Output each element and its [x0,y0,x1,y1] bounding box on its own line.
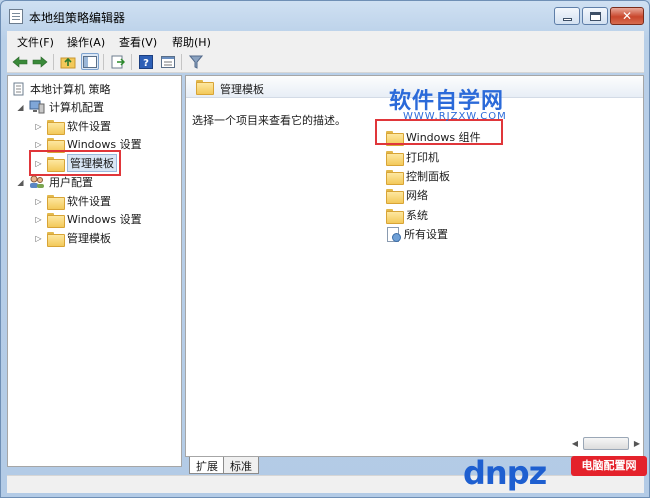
close-icon: ✕ [621,9,633,23]
watermark-badge: 电脑配置网 [571,456,647,476]
folder-icon [47,137,65,153]
collapsed-arrow-icon[interactable]: ▷ [34,197,43,206]
menu-view[interactable]: 查看(V) [119,34,157,50]
watermark-url: WWW.RJZXW.COM [403,111,507,122]
folder-icon [386,208,404,224]
collapsed-arrow-icon[interactable]: ▷ [34,234,43,243]
folder-icon [386,150,404,166]
scroll-right-icon[interactable]: ▶ [632,439,642,449]
app-icon [9,9,23,24]
show-hide-tree-icon[interactable] [81,53,99,70]
forward-icon[interactable] [31,53,49,70]
tree-item-label: 用户配置 [49,176,93,189]
maximize-button[interactable] [582,7,608,25]
group-policy-editor-window: 本地组策略编辑器 ✕ 文件(F) 操作(A) 查看(V) 帮助(H) ? 本地计… [0,0,650,498]
help-icon[interactable]: ? [137,53,155,70]
folder-icon [196,80,214,95]
tree-item-root[interactable]: 本地计算机 策略 [12,80,111,98]
highlight-admin-templates [29,150,121,176]
maximize-icon [590,12,601,21]
expanded-arrow-icon[interactable]: ◢ [16,103,25,112]
scroll-left-icon[interactable]: ◀ [570,439,580,449]
list-item-label: 所有设置 [404,228,448,241]
tree-item-label: 软件设置 [67,120,111,133]
description-text: 选择一个项目来查看它的描述。 [192,114,346,127]
list-item-label: 控制面板 [406,170,450,183]
menu-file[interactable]: 文件(F) [17,34,54,50]
scroll-thumb[interactable] [583,437,629,450]
close-button[interactable]: ✕ [610,7,644,25]
expanded-arrow-icon[interactable]: ◢ [16,178,25,187]
tab-extended[interactable]: 扩展 [189,457,225,474]
tree-item-label: 计算机配置 [49,101,104,114]
collapsed-arrow-icon[interactable]: ▷ [34,122,43,131]
tree-item-computer-config[interactable]: ◢ 计算机配置 [16,98,104,116]
up-folder-icon[interactable] [59,53,77,70]
minimize-icon [563,18,572,21]
export-list-icon[interactable] [109,53,127,70]
back-icon[interactable] [11,53,29,70]
tree-item-label: 管理模板 [67,232,111,245]
policy-doc-icon [13,82,24,96]
menu-help[interactable]: 帮助(H) [172,34,211,50]
horizontal-scrollbar[interactable]: ◀ ▶ [569,436,644,452]
all-settings-icon [386,227,401,242]
tree-item-cc-software[interactable]: ▷ 软件设置 [34,117,111,135]
folder-icon [47,194,65,210]
tree-item-label: Windows 设置 [67,213,142,226]
list-item-label: 打印机 [406,151,439,164]
toolbar-separator [103,54,104,70]
folder-icon [47,212,65,228]
list-item-label: 系统 [406,209,428,222]
watermark-logo-text: dnpz [463,454,547,492]
list-item-control-panel[interactable]: 控制面板 [386,167,450,185]
list-item-label: 网络 [406,189,428,202]
users-icon [30,175,44,188]
tree-item-label: 本地计算机 策略 [30,83,111,96]
tree-item-uc-software[interactable]: ▷ 软件设置 [34,192,111,210]
minimize-button[interactable] [554,7,580,25]
folder-icon [47,119,65,135]
list-item-network[interactable]: 网络 [386,186,428,204]
folder-icon [386,169,404,185]
toolbar-separator [131,54,132,70]
tree-item-label: 软件设置 [67,195,111,208]
highlight-windows-components [375,119,503,145]
collapsed-arrow-icon[interactable]: ▷ [34,140,43,149]
computer-icon [29,100,45,114]
menu-bar: 文件(F) 操作(A) 查看(V) 帮助(H) [7,31,644,51]
folder-icon [47,231,65,247]
tab-standard[interactable]: 标准 [223,457,259,474]
collapsed-arrow-icon[interactable]: ▷ [34,215,43,224]
tree-item-uc-admin-templates[interactable]: ▷ 管理模板 [34,229,111,247]
toolbar-separator [181,54,182,70]
list-item-all-settings[interactable]: 所有设置 [386,225,448,243]
filter-icon[interactable] [187,53,205,70]
list-item-printers[interactable]: 打印机 [386,148,439,166]
svg-text:?: ? [143,58,149,69]
window-title: 本地组策略编辑器 [29,11,126,25]
toolbar: ? [7,51,644,73]
folder-icon [386,188,404,204]
toolbar-separator [53,54,54,70]
status-bar [7,475,644,493]
tree-pane: 本地计算机 策略 ◢ 计算机配置 ▷ 软件设置 ▷ Windows 设置 ▷ 管… [7,75,182,467]
content-header-title: 管理模板 [220,83,264,96]
list-item-system[interactable]: 系统 [386,206,428,224]
menu-action[interactable]: 操作(A) [67,34,105,50]
title-bar[interactable]: 本地组策略编辑器 ✕ [1,1,649,31]
properties-icon[interactable] [159,53,177,70]
tree-item-uc-windows[interactable]: ▷ Windows 设置 [34,210,142,228]
